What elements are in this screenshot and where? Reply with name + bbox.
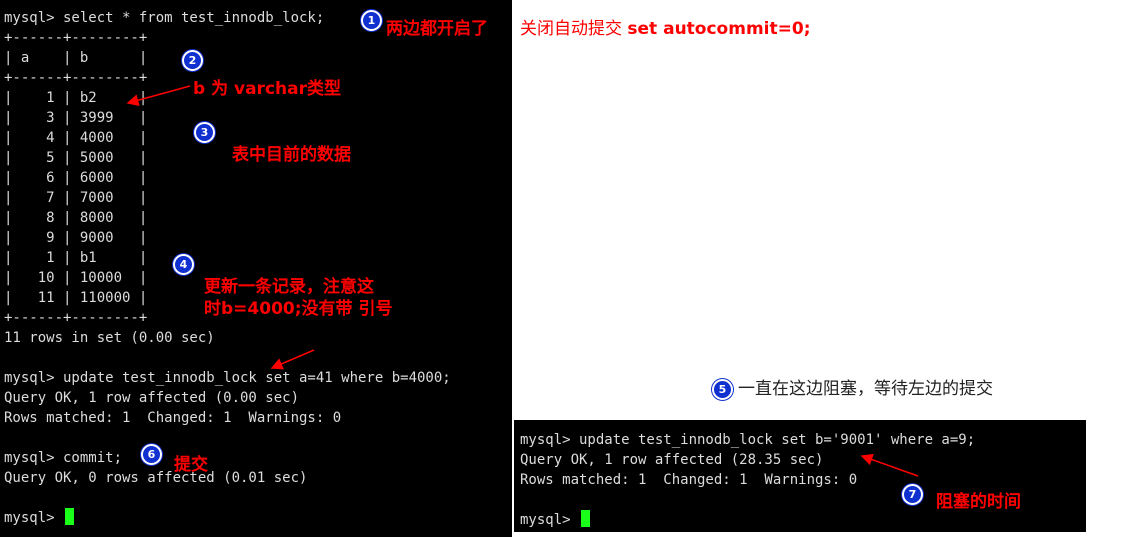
annotation-3-current-data: 表中目前的数据: [232, 145, 351, 165]
terminal-line: | 6 | 6000 |: [4, 170, 148, 186]
badge-6: 6: [141, 444, 162, 465]
terminal-line: mysql> update test_innodb_lock set b='90…: [520, 432, 976, 448]
terminal-prompt-line[interactable]: mysql>: [4, 508, 512, 528]
terminal-line: mysql> update test_innodb_lock set a=41 …: [4, 370, 451, 386]
right-terminal-window[interactable]: mysql> update test_innodb_lock set b='90…: [514, 420, 1086, 532]
annotation-1-both-sides: 两边都开启了: [386, 19, 488, 39]
badge-3: 3: [194, 122, 215, 143]
annotation-1-close-text: 关闭自动提交: [520, 19, 628, 39]
terminal-prompt-line[interactable]: mysql>: [520, 510, 1086, 530]
terminal-line: | 1 | b1 |: [4, 250, 148, 266]
annotation-1-autocommit-label: 关闭自动提交 set autocommit=0;: [520, 18, 811, 40]
terminal-line: Query OK, 0 rows affected (0.01 sec): [4, 470, 308, 486]
terminal-line: Query OK, 1 row affected (28.35 sec): [520, 452, 824, 468]
terminal-line: Rows matched: 1 Changed: 1 Warnings: 0: [4, 410, 342, 426]
badge-1: 1: [361, 10, 382, 31]
annotation-5-blocking: 一直在这边阻塞，等待左边的提交: [738, 379, 993, 399]
terminal-line: 11 rows in set (0.00 sec): [4, 330, 215, 346]
badge-4: 4: [173, 254, 194, 275]
terminal-line: | 8 | 8000 |: [4, 210, 148, 226]
badge-7: 7: [902, 484, 923, 505]
terminal-prompt: mysql>: [520, 512, 580, 528]
terminal-cursor: [65, 508, 75, 525]
terminal-cursor: [581, 510, 591, 527]
badge-2: 2: [182, 50, 203, 71]
terminal-line: mysql> commit;: [4, 450, 123, 466]
terminal-line: | 3 | 3999 |: [4, 110, 148, 126]
badge-5: 5: [712, 379, 733, 400]
terminal-line: | 7 | 7000 |: [4, 190, 148, 206]
terminal-line: | a | b |: [4, 50, 148, 66]
annotation-6-commit: 提交: [174, 455, 208, 475]
terminal-line: Rows matched: 1 Changed: 1 Warnings: 0: [520, 472, 858, 488]
annotation-2-varchar: b 为 varchar类型: [193, 79, 341, 99]
terminal-line: Query OK, 1 row affected (0.00 sec): [4, 390, 300, 406]
terminal-prompt: mysql>: [4, 510, 64, 526]
annotation-7-block-time: 阻塞的时间: [936, 492, 1021, 512]
annotation-1-set-text: set autocommit=0;: [627, 19, 811, 39]
annotation-4-line1: 更新一条记录，注意这: [204, 277, 374, 297]
terminal-line: | 9 | 9000 |: [4, 230, 148, 246]
annotation-4-line2: 时b=4000;没有带 引号: [204, 299, 393, 319]
